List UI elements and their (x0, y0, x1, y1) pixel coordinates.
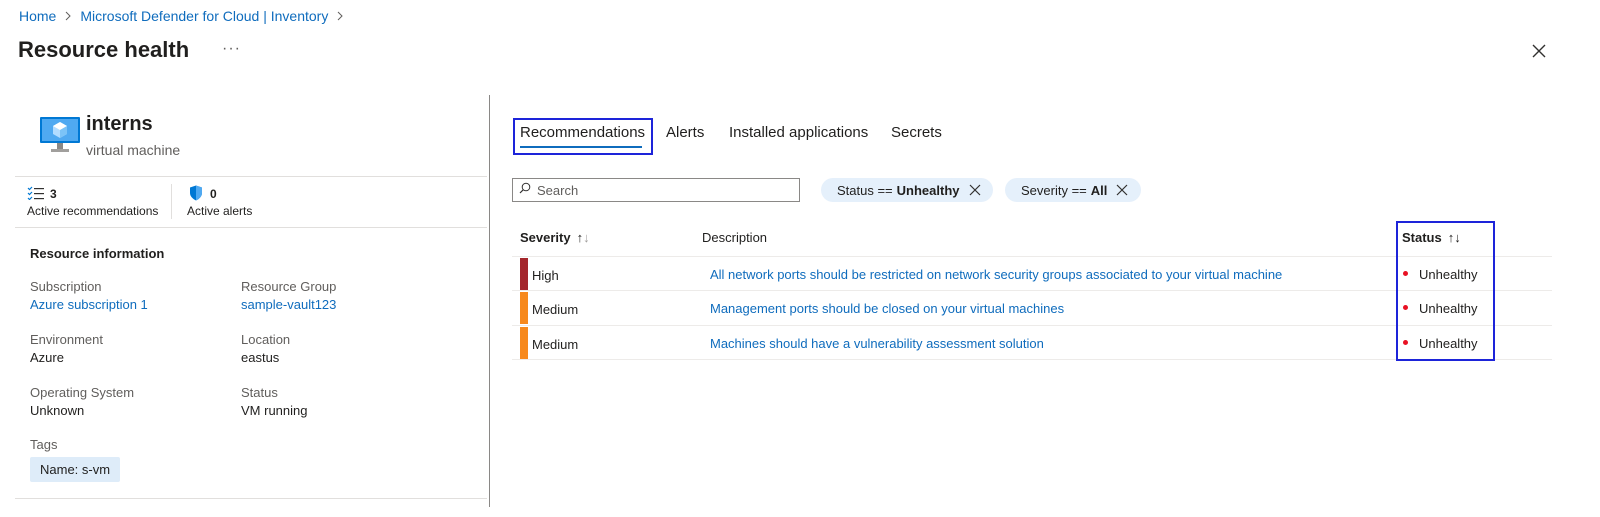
divider (15, 227, 487, 228)
search-input[interactable] (537, 182, 787, 198)
status-filter-pill[interactable]: Status == Unhealthy (821, 178, 993, 202)
divider (15, 498, 487, 499)
severity-filter-pill[interactable]: Severity == All (1005, 178, 1141, 202)
page-title: Resource health (18, 37, 190, 62)
search-icon (519, 181, 531, 199)
chevron-right-icon (64, 9, 72, 24)
column-header-description[interactable]: Description (702, 230, 767, 245)
resource-information-title: Resource information (30, 246, 165, 261)
breadcrumb: Home Microsoft Defender for Cloud | Inve… (19, 8, 352, 24)
severity-text: High (532, 268, 559, 283)
alerts-count: 0 (210, 187, 217, 201)
location-field: Location eastus (241, 332, 290, 365)
sort-icon[interactable]: ↑↓ (577, 230, 590, 245)
severity-high-indicator (520, 258, 528, 290)
breadcrumb-inventory-link[interactable]: Microsoft Defender for Cloud | Inventory (80, 8, 328, 24)
tab-secrets[interactable]: Secrets (891, 124, 942, 141)
shield-icon (189, 185, 203, 204)
tag-pill: Name: s-vm (30, 457, 121, 482)
severity-text: Medium (532, 302, 579, 317)
resource-name: interns (86, 113, 153, 135)
subscription-field: Subscription Azure subscription 1 (30, 279, 148, 312)
status-column-highlight (1396, 221, 1495, 361)
severity-header-label: Severity (520, 230, 571, 245)
divider (15, 176, 487, 177)
operating-system-field: Operating System Unknown (30, 385, 134, 418)
tab-alerts[interactable]: Alerts (666, 124, 704, 141)
breadcrumb-home-link[interactable]: Home (19, 8, 56, 24)
location-value: eastus (241, 350, 280, 365)
location-label: Location (241, 332, 291, 347)
column-header-severity[interactable]: Severity ↑↓ (520, 230, 590, 245)
recommendation-link[interactable]: Machines should have a vulnerability ass… (710, 336, 1044, 351)
resource-group-field: Resource Group sample-vault123 (241, 279, 336, 312)
divider (171, 184, 172, 219)
resource-group-label: Resource Group (241, 279, 337, 294)
subscription-label: Subscription (30, 279, 102, 294)
recommendation-link[interactable]: All network ports should be restricted o… (710, 267, 1282, 282)
more-icon[interactable]: ··· (222, 40, 241, 58)
close-icon[interactable] (1528, 40, 1550, 62)
description-header-label: Description (702, 230, 768, 245)
tab-installed-applications[interactable]: Installed applications (729, 124, 868, 141)
environment-label: Environment (30, 332, 103, 347)
resource-panel: interns virtual machine 3 Active recomme… (15, 95, 487, 517)
status-value: VM running (241, 403, 308, 418)
virtual-machine-icon (39, 113, 81, 155)
tags-label: Tags (30, 437, 58, 452)
resource-group-link[interactable]: sample-vault123 (241, 297, 336, 312)
search-box[interactable] (512, 178, 800, 202)
operating-system-label: Operating System (30, 385, 135, 400)
recommendations-label: Active recommendations (27, 204, 159, 218)
operating-system-value: Unknown (30, 403, 85, 418)
panel-divider (489, 95, 490, 507)
severity-text: Medium (532, 337, 579, 352)
environment-value: Azure (30, 350, 64, 365)
recommendation-link[interactable]: Management ports should be closed on you… (710, 301, 1064, 316)
severity-filter-value: All (1090, 182, 1108, 198)
subscription-link[interactable]: Azure subscription 1 (30, 297, 148, 312)
recommendations-tab-highlight (513, 118, 653, 155)
severity-filter-label: Severity == (1021, 182, 1087, 198)
tags-field: Tags (30, 437, 57, 452)
severity-medium-indicator (520, 327, 528, 359)
recommendations-count: 3 (50, 187, 57, 201)
dismiss-icon[interactable] (1115, 183, 1129, 197)
dismiss-icon[interactable] (968, 183, 982, 197)
status-label: Status (241, 385, 278, 400)
status-filter-value: Unhealthy (896, 182, 960, 198)
environment-field: Environment Azure (30, 332, 103, 365)
alerts-label: Active alerts (187, 204, 253, 218)
chevron-right-icon (336, 9, 344, 24)
status-field: Status VM running (241, 385, 307, 418)
status-filter-label: Status == (837, 182, 893, 198)
checklist-icon (27, 186, 45, 203)
severity-medium-indicator (520, 292, 528, 324)
resource-type: virtual machine (86, 142, 181, 158)
